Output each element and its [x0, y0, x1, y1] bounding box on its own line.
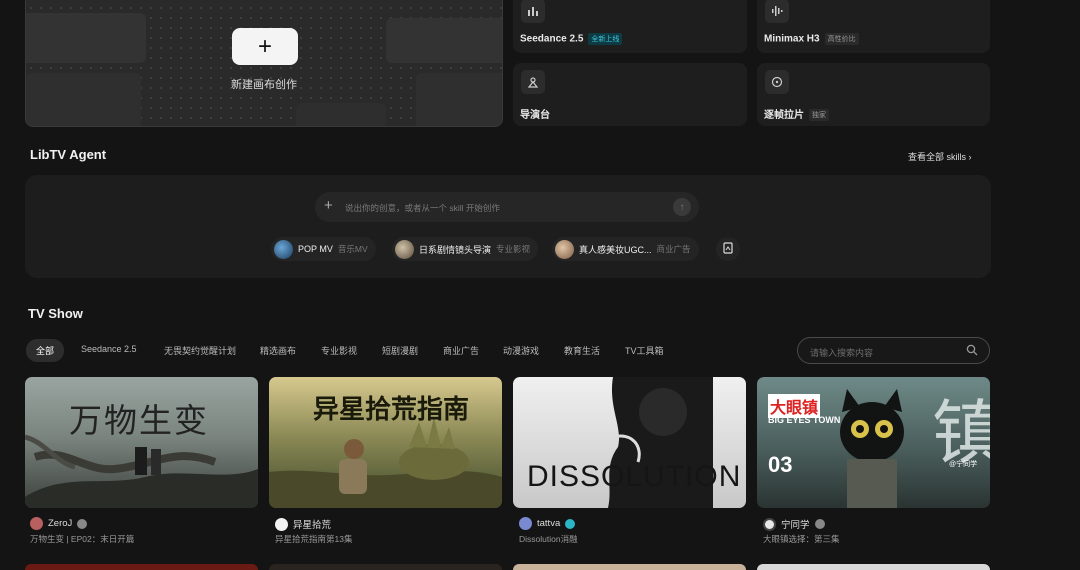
chevron-right-icon: ›	[968, 152, 972, 162]
tile-seedance[interactable]: Seedance 2.5 全新上线	[513, 0, 747, 53]
tab-anime-games[interactable]: 动漫游戏	[503, 344, 539, 357]
tvshow-section-title: TV Show	[28, 306, 83, 321]
tab-featured-canvas[interactable]: 精选画布	[260, 344, 296, 357]
show-thumbnail-peek[interactable]	[269, 564, 502, 570]
tile-name: 导演台	[520, 110, 550, 121]
bookmark-icon	[723, 242, 733, 256]
tile-frame-analysis[interactable]: 逐帧拉片 独家	[757, 63, 990, 126]
show-thumbnail-peek[interactable]	[513, 564, 746, 570]
show-title-art: 异星拾荒指南	[313, 395, 470, 425]
avatar	[763, 517, 776, 531]
show-thumbnail[interactable]: DISSOLUTION	[513, 377, 746, 508]
search-placeholder: 请输入搜索内容	[810, 348, 874, 358]
tab-tv-toolbox[interactable]: TV工具箱	[625, 344, 664, 357]
more-skills-button[interactable]	[716, 237, 740, 261]
author-name: ZeroJ	[48, 518, 73, 529]
tab-commercial[interactable]: 商业广告	[443, 344, 479, 357]
card-author[interactable]: ZeroJ	[30, 517, 88, 530]
card-author[interactable]: 宁同学	[763, 517, 825, 531]
prompt-placeholder: 说出你的创意，或者从一个 skill 开始创作	[345, 203, 500, 213]
tab-valorant[interactable]: 无畏契约觉醒计划	[164, 344, 236, 357]
avatar	[30, 517, 43, 530]
new-canvas-card[interactable]: + 新建画布创作	[25, 0, 503, 127]
chart-bars-icon	[521, 0, 545, 23]
tab-education[interactable]: 教育生活	[564, 344, 600, 357]
avatar	[275, 517, 288, 531]
show-subtitle-art: BIG EYES TOWN	[768, 415, 841, 425]
author-name: 宁同学	[781, 520, 810, 531]
show-thumbnail[interactable]: 异星拾荒指南	[269, 377, 502, 508]
signature: @宁同学	[949, 461, 978, 468]
show-thumbnail-peek[interactable]	[25, 564, 258, 570]
skill-avatar	[555, 239, 574, 259]
decor-block	[386, 18, 502, 63]
avatar	[519, 517, 532, 530]
card-author[interactable]: tattva	[519, 517, 576, 530]
tile-name: 逐帧拉片 独家	[764, 106, 829, 122]
card-author[interactable]: 异星拾荒	[275, 517, 331, 531]
skill-avatar	[274, 239, 293, 259]
agent-prompt-input[interactable]: + 说出你的创意，或者从一个 skill 开始创作 ↑	[315, 192, 699, 222]
decor-block	[296, 103, 386, 126]
waveform-icon	[765, 0, 789, 23]
value-badge: 高性价比	[824, 33, 859, 45]
view-all-skills-link[interactable]: 查看全部 skills ›	[908, 150, 972, 163]
card-description: 万物生变 | EP02：末日开篇	[30, 534, 135, 544]
show-thumbnail[interactable]: 镇 大眼镇 BIG EYES TOWN 03 @宁同学	[757, 377, 990, 508]
director-icon	[521, 70, 545, 94]
agent-panel: + 说出你的创意，或者从一个 skill 开始创作 ↑ POP MV 音乐MV 日…	[25, 175, 991, 278]
agent-section-title: LibTV Agent	[30, 147, 107, 162]
episode-number: 03	[768, 452, 793, 477]
search-icon[interactable]	[966, 344, 978, 359]
tab-short-drama[interactable]: 短剧漫剧	[382, 344, 418, 357]
skill-chip-pop-mv[interactable]: POP MV 音乐MV	[271, 237, 376, 261]
show-title-art: 万物生变	[69, 401, 209, 440]
decor-block	[26, 13, 146, 63]
search-input[interactable]: 请输入搜索内容	[797, 337, 990, 364]
tab-all[interactable]: 全部	[26, 339, 65, 362]
film-analysis-icon	[765, 70, 789, 94]
tile-director[interactable]: 导演台	[513, 63, 747, 126]
show-thumbnail[interactable]: 万物生变	[25, 377, 258, 508]
gear-badge-icon	[77, 518, 88, 529]
plus-icon: +	[257, 32, 272, 60]
show-title-art: DISSOLUTION	[527, 460, 742, 493]
card-description: 大眼镇选择：第三集	[763, 534, 840, 544]
card-description: Dissolution消融	[519, 534, 578, 544]
add-icon[interactable]: +	[324, 197, 333, 214]
skill-avatar	[395, 239, 414, 259]
gear-badge-icon	[814, 519, 825, 529]
tab-seedance[interactable]: Seedance 2.5	[81, 344, 137, 354]
skill-chip-ugc-makeup[interactable]: 真人感美妆UGC... 商业广告	[552, 237, 699, 261]
tab-pro-film[interactable]: 专业影视	[321, 344, 357, 357]
new-canvas-plus-button[interactable]: +	[232, 28, 298, 65]
tile-name: Seedance 2.5 全新上线	[520, 33, 623, 45]
new-canvas-label: 新建画布创作	[231, 79, 297, 91]
exclusive-badge: 独家	[809, 109, 829, 122]
send-arrow-icon[interactable]: ↑	[673, 198, 691, 216]
show-thumbnail-peek[interactable]	[757, 564, 990, 570]
verified-icon	[565, 518, 576, 529]
tile-name: Minimax H3 高性价比	[764, 33, 859, 45]
card-description: 异星拾荒指南第13集	[275, 534, 353, 544]
author-name: 异星拾荒	[293, 520, 332, 531]
skill-chip-japanese-director[interactable]: 日系剧情镜头导演 专业影视	[392, 237, 539, 261]
tile-minimax[interactable]: Minimax H3 高性价比	[757, 0, 990, 53]
author-name: tattva	[537, 518, 561, 529]
new-badge: 全新上线	[588, 33, 623, 45]
